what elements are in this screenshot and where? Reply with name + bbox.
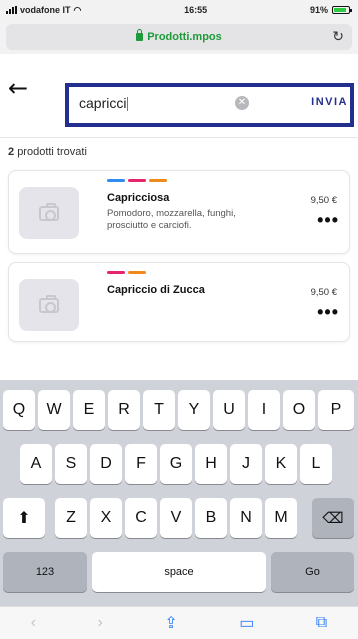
- key-w[interactable]: W: [38, 390, 70, 430]
- key-r[interactable]: R: [108, 390, 140, 430]
- divider: [0, 137, 358, 138]
- key-x[interactable]: X: [90, 498, 122, 538]
- lock-icon: [136, 29, 144, 41]
- key-m[interactable]: M: [265, 498, 297, 538]
- key-u[interactable]: U: [213, 390, 245, 430]
- search-header: ← capricci ✕ INVIA: [0, 54, 358, 132]
- tag-bar: [128, 179, 146, 182]
- browser-address-area: Prodotti.mpos ↻: [0, 20, 358, 54]
- key-y[interactable]: Y: [178, 390, 210, 430]
- go-key[interactable]: Go: [271, 552, 354, 592]
- tabs-icon[interactable]: ⧉: [316, 614, 327, 632]
- numbers-key[interactable]: 123: [3, 552, 87, 592]
- status-bar: vodafone IT ◠ 16:55 91%: [0, 0, 358, 20]
- carrier-info: vodafone IT ◠: [6, 5, 81, 16]
- key-e[interactable]: E: [73, 390, 105, 430]
- carrier-label: vodafone IT: [20, 5, 71, 15]
- bookmarks-icon[interactable]: ▭: [239, 613, 254, 633]
- shift-icon: ⬆: [17, 510, 31, 527]
- back-icon[interactable]: ‹: [31, 614, 36, 632]
- key-j[interactable]: J: [230, 444, 262, 484]
- tag-bar: [149, 179, 167, 182]
- search-box: capricci ✕ INVIA: [65, 83, 354, 127]
- backspace-key[interactable]: ⌫: [312, 498, 354, 538]
- key-a[interactable]: A: [20, 444, 52, 484]
- share-icon[interactable]: ⇪: [164, 613, 177, 633]
- key-o[interactable]: O: [283, 390, 315, 430]
- product-card[interactable]: Capriccio di Zucca 9,50 € •••: [8, 262, 350, 342]
- battery-percent: 91%: [309, 5, 328, 15]
- key-f[interactable]: F: [125, 444, 157, 484]
- key-d[interactable]: D: [90, 444, 122, 484]
- key-l[interactable]: L: [300, 444, 332, 484]
- results-number: 2: [8, 146, 15, 158]
- product-card[interactable]: Capricciosa Pomodoro, mozzarella, funghi…: [8, 170, 350, 254]
- product-description: Pomodoro, mozzarella, funghi, prosciutto…: [107, 208, 236, 231]
- key-p[interactable]: P: [318, 390, 354, 430]
- results-count: 2 prodotti trovati: [8, 146, 87, 158]
- key-c[interactable]: C: [125, 498, 157, 538]
- more-icon[interactable]: •••: [317, 211, 339, 229]
- battery-info: 91%: [309, 5, 352, 15]
- results-label: prodotti trovati: [17, 146, 87, 158]
- signal-icon: [6, 6, 17, 14]
- product-name: Capriccio di Zucca: [107, 284, 205, 296]
- key-q[interactable]: Q: [3, 390, 35, 430]
- address-bar[interactable]: Prodotti.mpos ↻: [6, 24, 352, 50]
- key-s[interactable]: S: [55, 444, 87, 484]
- key-k[interactable]: K: [265, 444, 297, 484]
- more-icon[interactable]: •••: [317, 303, 339, 321]
- url-text: Prodotti.mpos: [147, 31, 222, 43]
- product-tags: [107, 271, 146, 274]
- key-z[interactable]: Z: [55, 498, 87, 538]
- product-thumbnail: [19, 279, 79, 331]
- search-value: capricci: [79, 95, 127, 111]
- key-h[interactable]: H: [195, 444, 227, 484]
- key-n[interactable]: N: [230, 498, 262, 538]
- clock: 16:55: [184, 5, 208, 15]
- camera-icon: [39, 294, 59, 313]
- reload-icon[interactable]: ↻: [332, 28, 344, 45]
- forward-icon[interactable]: ›: [98, 614, 103, 632]
- space-key[interactable]: space: [92, 552, 266, 592]
- key-b[interactable]: B: [195, 498, 227, 538]
- tag-bar: [128, 271, 146, 274]
- backspace-icon: ⌫: [322, 510, 344, 527]
- product-tags: [107, 179, 167, 182]
- battery-icon: [331, 6, 352, 14]
- keyboard: Q W E R T Y U I O P A S D F G H J K L ⬆ …: [0, 380, 358, 606]
- text-caret: [127, 97, 129, 112]
- tag-bar: [107, 271, 125, 274]
- product-price: 9,50 €: [310, 195, 337, 206]
- tag-bar: [107, 179, 125, 182]
- key-t[interactable]: T: [143, 390, 175, 430]
- send-button[interactable]: INVIA: [311, 96, 348, 108]
- camera-icon: [39, 202, 59, 221]
- product-thumbnail: [19, 187, 79, 239]
- search-input[interactable]: capricci: [79, 95, 279, 117]
- key-v[interactable]: V: [160, 498, 192, 538]
- clear-icon[interactable]: ✕: [235, 96, 249, 110]
- back-arrow-icon[interactable]: ←: [8, 74, 28, 102]
- product-price: 9,50 €: [310, 287, 337, 298]
- key-i[interactable]: I: [248, 390, 280, 430]
- key-g[interactable]: G: [160, 444, 192, 484]
- product-name: Capricciosa: [107, 192, 170, 204]
- wifi-icon: ◠: [73, 4, 82, 15]
- browser-toolbar: ‹ › ⇪ ▭ ⧉: [0, 606, 358, 639]
- shift-key[interactable]: ⬆: [3, 498, 45, 538]
